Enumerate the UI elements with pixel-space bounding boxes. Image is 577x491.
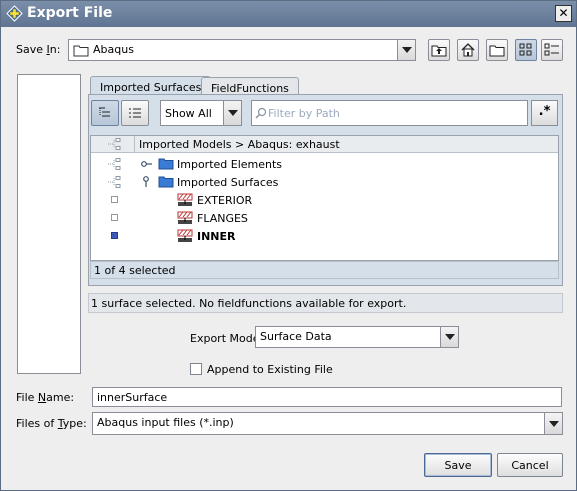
export-mode-label: Export Mode bbox=[190, 332, 260, 345]
tree-row-label: Imported Elements bbox=[177, 158, 283, 171]
path-filter-placeholder: Filter by Path bbox=[268, 107, 340, 120]
visibility-toggle[interactable] bbox=[111, 232, 118, 239]
details-view-icon bbox=[544, 43, 559, 56]
show-filter-select[interactable]: Show All bbox=[160, 100, 242, 126]
row-gutter bbox=[91, 191, 135, 209]
hierarchy-icon bbox=[108, 158, 121, 170]
details-view-button[interactable] bbox=[541, 39, 563, 61]
files-of-type-label: Files of Type: bbox=[16, 417, 87, 430]
folder-icon bbox=[158, 176, 174, 188]
file-list-pane[interactable] bbox=[17, 74, 81, 374]
tree-row-flanges[interactable]: FLANGES bbox=[91, 209, 558, 227]
collapsed-node-icon[interactable] bbox=[141, 159, 153, 169]
path-filter-input[interactable]: Filter by Path bbox=[251, 100, 528, 126]
new-folder-icon bbox=[489, 45, 505, 57]
chevron-down-icon[interactable] bbox=[544, 413, 562, 434]
close-icon: ✕ bbox=[558, 6, 569, 20]
file-name-input[interactable]: innerSurface bbox=[92, 387, 562, 407]
tree-row-label: FLANGES bbox=[197, 212, 248, 225]
title-bar[interactable]: Export File ✕ bbox=[1, 1, 576, 27]
folder-icon bbox=[158, 158, 174, 170]
home-folder-button[interactable] bbox=[457, 39, 479, 61]
tree-view-icon bbox=[99, 107, 110, 117]
append-label[interactable]: Append to Existing File bbox=[207, 363, 333, 376]
row-gutter bbox=[91, 227, 135, 245]
home-folder-icon bbox=[461, 43, 475, 57]
dialog-title: Export File bbox=[27, 5, 113, 21]
hierarchy-icon bbox=[108, 138, 121, 150]
save-in-label: Save In: bbox=[16, 43, 61, 56]
up-folder-button[interactable] bbox=[428, 39, 450, 61]
tree-row-label: INNER bbox=[197, 230, 236, 243]
selection-status-bar: 1 of 4 selected bbox=[90, 261, 559, 279]
files-of-type-value: Abaqus input files (*.inp) bbox=[97, 416, 234, 429]
save-in-combo[interactable]: Abaqus bbox=[68, 39, 416, 61]
show-filter-value: Show All bbox=[165, 107, 212, 120]
tree-row-imported-elements[interactable]: Imported Elements bbox=[91, 155, 558, 173]
chevron-down-icon[interactable] bbox=[397, 40, 415, 60]
export-mode-select[interactable]: Surface Data bbox=[255, 326, 459, 348]
tree-row-inner[interactable]: INNER bbox=[91, 227, 558, 245]
close-button[interactable]: ✕ bbox=[555, 5, 572, 22]
append-checkbox[interactable] bbox=[190, 363, 202, 375]
export-mode-value: Surface Data bbox=[260, 330, 332, 343]
visibility-toggle[interactable] bbox=[111, 214, 118, 221]
tree-row-exterior[interactable]: EXTERIOR bbox=[91, 191, 558, 209]
chevron-down-icon[interactable] bbox=[223, 101, 241, 125]
file-name-value: innerSurface bbox=[97, 391, 168, 404]
surface-icon bbox=[177, 229, 193, 242]
tree-row-label: Imported Surfaces bbox=[177, 176, 279, 189]
selection-status: 1 of 4 selected bbox=[94, 264, 176, 277]
list-view-icon bbox=[519, 43, 532, 56]
tree-header-path: Imported Models > Abaqus: exhaust bbox=[139, 138, 340, 151]
hierarchy-icon bbox=[108, 176, 121, 188]
save-button[interactable]: Save bbox=[424, 453, 492, 477]
save-in-value: Abaqus bbox=[93, 43, 134, 56]
files-of-type-select[interactable]: Abaqus input files (*.inp) bbox=[92, 412, 563, 435]
list-view-button[interactable] bbox=[515, 39, 537, 61]
app-icon bbox=[6, 5, 23, 22]
tree-row-label: EXTERIOR bbox=[197, 194, 253, 207]
row-gutter bbox=[91, 155, 135, 173]
file-name-label: File Name: bbox=[16, 391, 75, 404]
flat-list-button[interactable] bbox=[121, 100, 149, 126]
folder-icon bbox=[73, 45, 89, 57]
info-message: 1 surface selected. No fieldfunctions av… bbox=[91, 297, 407, 310]
row-gutter bbox=[91, 209, 135, 227]
regex-toggle-button[interactable]: .* bbox=[531, 100, 558, 126]
expanded-node-icon[interactable] bbox=[141, 176, 151, 188]
surface-icon bbox=[177, 193, 193, 206]
flat-list-icon bbox=[129, 108, 141, 118]
tree-header-gutter bbox=[91, 136, 135, 153]
cancel-button[interactable]: Cancel bbox=[497, 453, 563, 477]
tree-view-button[interactable] bbox=[91, 100, 119, 126]
tree-header: Imported Models > Abaqus: exhaust bbox=[91, 136, 558, 153]
new-folder-button[interactable] bbox=[486, 39, 508, 61]
info-bar: 1 surface selected. No fieldfunctions av… bbox=[88, 293, 563, 313]
up-folder-icon bbox=[431, 45, 447, 57]
chevron-down-icon[interactable] bbox=[440, 327, 458, 347]
tree-row-imported-surfaces[interactable]: Imported Surfaces bbox=[91, 173, 558, 191]
surface-icon bbox=[177, 211, 193, 224]
visibility-toggle[interactable] bbox=[111, 196, 118, 203]
object-tree[interactable]: Imported Models > Abaqus: exhaust Import… bbox=[90, 135, 559, 261]
export-file-dialog: Export File ✕ Save In: Abaqus Imported S… bbox=[0, 0, 577, 491]
search-icon bbox=[255, 107, 267, 119]
row-gutter bbox=[91, 173, 135, 191]
